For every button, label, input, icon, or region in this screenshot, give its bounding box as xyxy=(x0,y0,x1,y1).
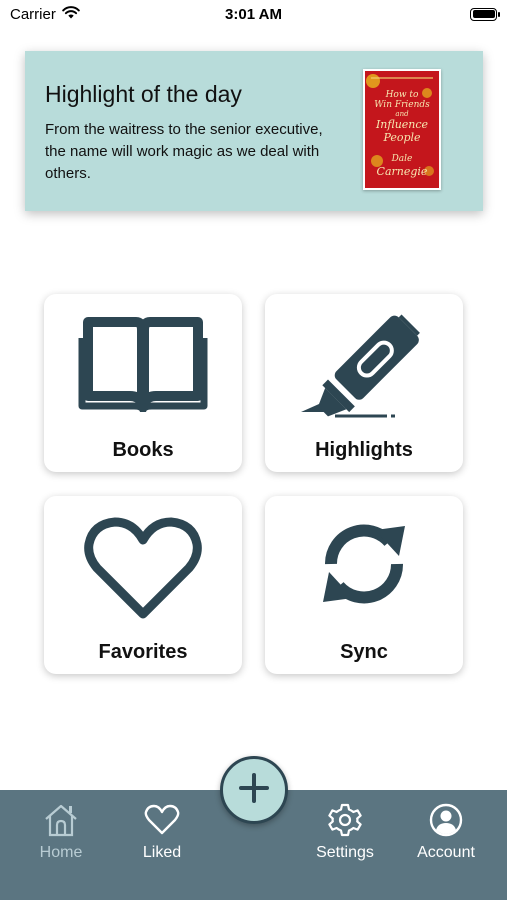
cover-title-line: Influence xyxy=(375,118,429,131)
book-cover-image: How to Win Friends and Influence People … xyxy=(363,69,441,190)
books-tile-label: Books xyxy=(112,439,174,461)
sync-tile[interactable]: Sync xyxy=(265,496,463,674)
wifi-icon xyxy=(62,5,80,23)
books-tile[interactable]: Books xyxy=(44,294,242,472)
tab-account[interactable]: Account xyxy=(396,800,496,862)
cover-title-line: People xyxy=(382,131,421,144)
highlighter-icon xyxy=(265,312,463,422)
tab-liked[interactable]: Liked xyxy=(112,800,212,862)
tab-account-label: Account xyxy=(417,844,475,861)
tab-settings[interactable]: Settings xyxy=(295,800,395,862)
heart-outline-icon xyxy=(112,800,212,840)
sync-tile-label: Sync xyxy=(340,641,388,663)
highlight-card[interactable]: Highlight of the day From the waitress t… xyxy=(25,51,483,211)
heart-icon xyxy=(44,514,242,624)
tab-liked-label: Liked xyxy=(142,844,182,861)
tab-home[interactable]: Home xyxy=(11,800,111,862)
cover-title-line: Win Friends xyxy=(374,100,430,110)
cover-title-line: How to xyxy=(385,90,419,100)
highlight-title: Highlight of the day xyxy=(45,81,242,107)
carrier-label: Carrier xyxy=(10,5,56,23)
highlights-tile-label: Highlights xyxy=(315,439,413,461)
favorites-tile[interactable]: Favorites xyxy=(44,496,242,674)
gear-icon xyxy=(295,800,395,840)
highlights-tile[interactable]: Highlights xyxy=(265,294,463,472)
cover-author-line: Dale xyxy=(391,154,413,164)
tab-home-label: Home xyxy=(39,844,83,861)
add-button[interactable] xyxy=(220,756,288,824)
highlight-quote: From the waitress to the senior executiv… xyxy=(45,121,323,182)
plus-icon xyxy=(238,772,270,809)
favorites-tile-label: Favorites xyxy=(98,641,188,663)
home-icon xyxy=(11,800,111,840)
open-book-icon xyxy=(44,312,242,412)
sync-icon xyxy=(265,514,463,614)
cover-author-line: Carnegie xyxy=(377,165,428,178)
battery-icon xyxy=(470,7,500,21)
cover-title-line: and xyxy=(395,110,409,118)
home-screen: Carrier 3:01 AM Highlight of the day Fro… xyxy=(0,0,507,900)
status-bar: Carrier 3:01 AM xyxy=(0,0,507,28)
account-icon xyxy=(396,800,496,840)
tab-settings-label: Settings xyxy=(316,844,374,861)
